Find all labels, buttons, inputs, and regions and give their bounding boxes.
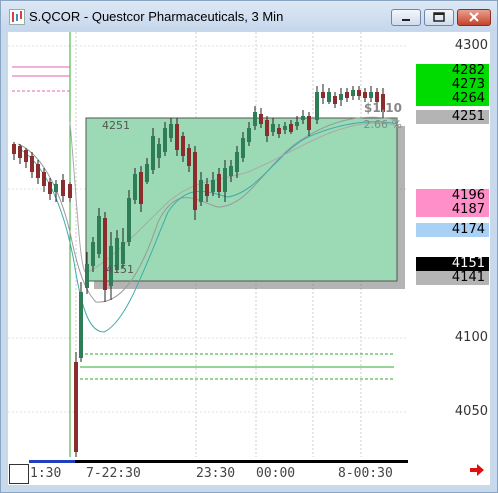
candle-body: [42, 172, 46, 186]
time-axis[interactable]: 1:30 7-22:30 23:30 00:00 8-00:30: [8, 460, 408, 484]
candle-body: [283, 126, 287, 130]
price-marker: 4264: [416, 92, 489, 106]
candle-body: [127, 198, 131, 242]
change-percent: 2.66 %: [364, 118, 402, 131]
candle-body: [333, 96, 337, 104]
time-label: 7-22:30: [86, 466, 141, 481]
range-top-label: 4251: [102, 119, 130, 132]
chart-client-area: 4251 4151 $1.10 2.66 % 4300 4100 4050 42…: [8, 32, 490, 485]
candle-body: [241, 138, 245, 158]
candle-body: [91, 242, 95, 266]
time-axis-bar: [29, 460, 408, 463]
price-marker: 4282: [416, 64, 489, 78]
candle-body: [253, 112, 257, 126]
close-button[interactable]: [457, 9, 491, 26]
close-icon: [469, 12, 479, 22]
candle-body: [157, 144, 161, 158]
candle-body: [36, 164, 40, 178]
chart-window: S.QCOR - Questcor Pharmaceuticals, 3 Min: [0, 0, 498, 493]
candle-body: [315, 92, 319, 120]
maximize-button[interactable]: [424, 9, 454, 26]
candle-body: [289, 124, 293, 132]
price-tick-4050: 4050: [454, 404, 488, 419]
candle-body: [307, 116, 311, 130]
minimize-icon: [402, 19, 410, 21]
candle-body: [175, 124, 179, 150]
candle-body: [265, 120, 269, 136]
change-value: $1.10: [364, 101, 402, 115]
candle-body: [133, 174, 137, 200]
candle-body: [61, 180, 65, 196]
candle-body: [18, 146, 22, 158]
candle-body: [68, 184, 72, 198]
candle-body: [339, 94, 343, 100]
time-label: 1:30: [30, 466, 62, 481]
price-marker: 4151: [416, 257, 489, 271]
price-chart[interactable]: 4251 4151 $1.10 2.66 %: [8, 32, 408, 457]
window-title: S.QCOR - Questcor Pharmaceuticals, 3 Min: [29, 9, 284, 24]
candle-body: [211, 180, 215, 192]
candle-body: [12, 144, 16, 154]
candle-body: [223, 168, 227, 192]
candle-body: [30, 156, 34, 172]
candle-body: [363, 92, 367, 98]
candle-body: [295, 122, 299, 126]
candle-body: [327, 92, 331, 102]
candle-body: [163, 128, 167, 152]
candle-body: [277, 128, 281, 134]
candle-body: [169, 124, 173, 138]
candle-body: [79, 292, 83, 358]
candle-body: [85, 264, 89, 288]
time-label: 00:00: [256, 466, 296, 481]
candle-body: [103, 218, 107, 290]
app-chart-icon: [9, 9, 25, 25]
candle-body: [187, 148, 191, 166]
minimize-button[interactable]: [391, 9, 421, 26]
chart-settings-box[interactable]: [9, 464, 29, 484]
candle-body: [48, 182, 52, 194]
candle-body: [193, 152, 197, 210]
candle-body: [235, 152, 239, 172]
arrow-right-icon[interactable]: [469, 463, 485, 477]
candle-body: [301, 116, 305, 120]
range-bottom-label: 4151: [106, 263, 134, 276]
price-tick-4100: 4100: [454, 330, 488, 345]
candle-body: [121, 242, 125, 264]
candle-body: [217, 174, 221, 192]
candle-body: [369, 92, 373, 98]
candle-body: [357, 90, 361, 96]
candle-body: [259, 114, 263, 124]
candle-body: [247, 128, 251, 142]
candle-body: [54, 184, 58, 192]
price-marker: 4196: [416, 189, 489, 203]
maximize-icon: [433, 12, 445, 22]
candlestick-chart: 4251 4151 $1.10 2.66 %: [8, 32, 408, 457]
candle-body: [199, 180, 203, 202]
price-tick-4300: 4300: [454, 38, 488, 53]
candle-body: [145, 164, 149, 182]
time-label: 8-00:30: [338, 466, 393, 481]
candle-body: [181, 136, 185, 156]
price-marker: 4273: [416, 78, 489, 92]
price-axis[interactable]: 4300 4100 4050 4282 4273 4264 4251 4196 4187 4…: [413, 32, 490, 457]
candle-body: [321, 92, 325, 98]
candle-body: [229, 166, 233, 176]
price-marker: 4141: [416, 271, 489, 285]
candle-body: [345, 92, 349, 98]
candle-body: [151, 136, 155, 170]
price-marker: 4251: [416, 110, 489, 124]
title-bar[interactable]: S.QCOR - Questcor Pharmaceuticals, 3 Min: [1, 1, 497, 31]
candle-body: [139, 172, 143, 204]
time-label: 23:30: [196, 466, 236, 481]
candle-body: [351, 90, 355, 96]
session-marker: [29, 460, 75, 463]
candle-body: [205, 184, 209, 196]
candle-body: [74, 362, 78, 452]
price-marker: 4174: [416, 223, 489, 237]
candle-body: [97, 216, 101, 254]
candle-body: [271, 124, 275, 132]
candle-body: [24, 150, 28, 162]
price-marker: 4187: [416, 203, 489, 217]
